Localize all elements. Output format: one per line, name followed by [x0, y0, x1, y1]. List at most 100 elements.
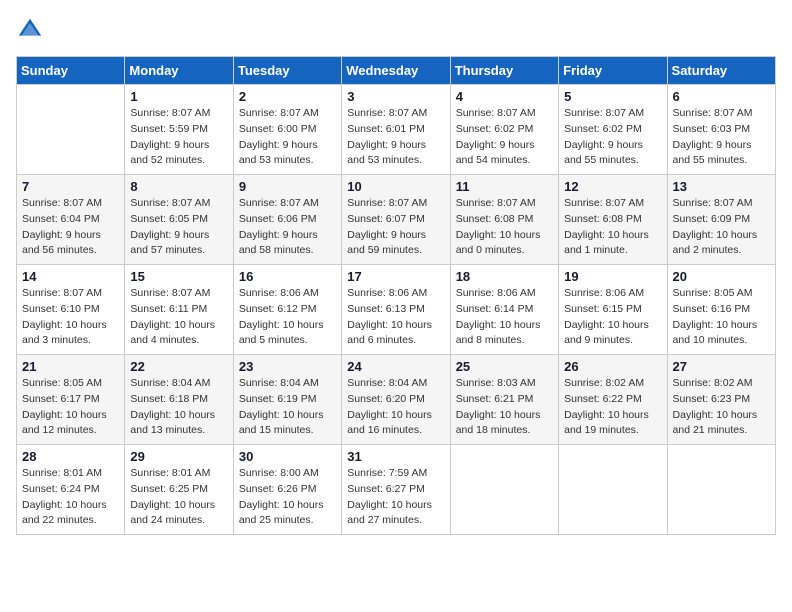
calendar-cell: 17 Sunrise: 8:06 AMSunset: 6:13 PMDayligh…: [342, 265, 450, 355]
day-info: Sunrise: 8:07 AMSunset: 6:00 PMDaylight:…: [239, 106, 336, 169]
day-number: 10: [347, 179, 444, 194]
calendar-week-4: 21Sunrise: 8:05 AMSunset: 6:17 PMDayligh…: [17, 355, 776, 445]
calendar-cell: 27 Sunrise: 8:02 AMSunset: 6:23 PMDayligh…: [667, 355, 775, 445]
day-info: Sunrise: 8:07 AMSunset: 6:08 PMDaylight:…: [564, 196, 661, 259]
calendar-cell: 31 Sunrise: 7:59 AMSunset: 6:27 PMDayligh…: [342, 445, 450, 535]
calendar-week-2: 7Sunrise: 8:07 AMSunset: 6:04 PMDaylight…: [17, 175, 776, 265]
calendar-week-1: 1 Sunrise: 8:07 AMSunset: 5:59 PMDaylight…: [17, 85, 776, 175]
day-info: Sunrise: 8:07 AMSunset: 6:03 PMDaylight:…: [673, 106, 770, 169]
day-number: 19: [564, 269, 661, 284]
day-info: Sunrise: 8:04 AMSunset: 6:19 PMDaylight:…: [239, 376, 336, 439]
calendar-cell: 28 Sunrise: 8:01 AMSunset: 6:24 PMDayligh…: [17, 445, 125, 535]
day-info: Sunrise: 8:05 AMSunset: 6:17 PMDaylight:…: [22, 376, 119, 439]
day-number: 17: [347, 269, 444, 284]
calendar-cell: 11 Sunrise: 8:07 AMSunset: 6:08 PMDayligh…: [450, 175, 558, 265]
column-header-wednesday: Wednesday: [342, 57, 450, 85]
day-info: Sunrise: 8:06 AMSunset: 6:15 PMDaylight:…: [564, 286, 661, 349]
calendar-cell: 24 Sunrise: 8:04 AMSunset: 6:20 PMDayligh…: [342, 355, 450, 445]
day-info: Sunrise: 8:04 AMSunset: 6:20 PMDaylight:…: [347, 376, 444, 439]
day-number: 12: [564, 179, 661, 194]
day-number: 16: [239, 269, 336, 284]
calendar-cell: 10 Sunrise: 8:07 AMSunset: 6:07 PMDayligh…: [342, 175, 450, 265]
day-number: 9: [239, 179, 336, 194]
column-header-friday: Friday: [559, 57, 667, 85]
calendar-cell: 29 Sunrise: 8:01 AMSunset: 6:25 PMDayligh…: [125, 445, 233, 535]
calendar-week-5: 28 Sunrise: 8:01 AMSunset: 6:24 PMDayligh…: [17, 445, 776, 535]
calendar-cell: 14 Sunrise: 8:07 AMSunset: 6:10 PMDayligh…: [17, 265, 125, 355]
day-info: Sunrise: 8:07 AMSunset: 6:04 PMDaylight:…: [22, 196, 119, 259]
day-number: 11: [456, 179, 553, 194]
day-number: 18: [456, 269, 553, 284]
day-number: 26: [564, 359, 661, 374]
day-info: Sunrise: 8:07 AMSunset: 6:06 PMDaylight:…: [239, 196, 336, 259]
calendar-cell: 16 Sunrise: 8:06 AMSunset: 6:12 PMDayligh…: [233, 265, 341, 355]
calendar-cell: 23 Sunrise: 8:04 AMSunset: 6:19 PMDayligh…: [233, 355, 341, 445]
page-header: [16, 16, 776, 44]
column-header-tuesday: Tuesday: [233, 57, 341, 85]
day-info: Sunrise: 8:07 AMSunset: 5:59 PMDaylight:…: [130, 106, 227, 169]
calendar-cell: 13 Sunrise: 8:07 AMSunset: 6:09 PMDayligh…: [667, 175, 775, 265]
day-number: 2: [239, 89, 336, 104]
day-info: Sunrise: 8:06 AMSunset: 6:13 PMDaylight:…: [347, 286, 444, 349]
calendar-cell: 15 Sunrise: 8:07 AMSunset: 6:11 PMDayligh…: [125, 265, 233, 355]
day-info: Sunrise: 8:07 AMSunset: 6:11 PMDaylight:…: [130, 286, 227, 349]
day-number: 25: [456, 359, 553, 374]
day-number: 28: [22, 449, 119, 464]
day-info: Sunrise: 8:02 AMSunset: 6:22 PMDaylight:…: [564, 376, 661, 439]
calendar-cell: 26 Sunrise: 8:02 AMSunset: 6:22 PMDayligh…: [559, 355, 667, 445]
calendar-cell: 30 Sunrise: 8:00 AMSunset: 6:26 PMDayligh…: [233, 445, 341, 535]
calendar-cell: 25 Sunrise: 8:03 AMSunset: 6:21 PMDayligh…: [450, 355, 558, 445]
day-info: Sunrise: 8:00 AMSunset: 6:26 PMDaylight:…: [239, 466, 336, 529]
day-number: 8: [130, 179, 227, 194]
day-number: 1: [130, 89, 227, 104]
day-number: 23: [239, 359, 336, 374]
day-number: 6: [673, 89, 770, 104]
day-number: 30: [239, 449, 336, 464]
calendar-cell: 5 Sunrise: 8:07 AMSunset: 6:02 PMDaylight…: [559, 85, 667, 175]
day-info: Sunrise: 8:07 AMSunset: 6:10 PMDaylight:…: [22, 286, 119, 349]
day-number: 24: [347, 359, 444, 374]
calendar-cell: 12 Sunrise: 8:07 AMSunset: 6:08 PMDayligh…: [559, 175, 667, 265]
logo-icon: [16, 16, 44, 44]
day-number: 14: [22, 269, 119, 284]
calendar-cell: 6 Sunrise: 8:07 AMSunset: 6:03 PMDaylight…: [667, 85, 775, 175]
day-info: Sunrise: 8:07 AMSunset: 6:01 PMDaylight:…: [347, 106, 444, 169]
logo: [16, 16, 48, 44]
day-info: Sunrise: 8:02 AMSunset: 6:23 PMDaylight:…: [673, 376, 770, 439]
column-header-saturday: Saturday: [667, 57, 775, 85]
calendar-cell: 3 Sunrise: 8:07 AMSunset: 6:01 PMDaylight…: [342, 85, 450, 175]
day-info: Sunrise: 7:59 AMSunset: 6:27 PMDaylight:…: [347, 466, 444, 529]
day-info: Sunrise: 8:01 AMSunset: 6:25 PMDaylight:…: [130, 466, 227, 529]
day-info: Sunrise: 8:06 AMSunset: 6:12 PMDaylight:…: [239, 286, 336, 349]
day-info: Sunrise: 8:07 AMSunset: 6:07 PMDaylight:…: [347, 196, 444, 259]
day-info: Sunrise: 8:07 AMSunset: 6:09 PMDaylight:…: [673, 196, 770, 259]
day-number: 3: [347, 89, 444, 104]
day-info: Sunrise: 8:04 AMSunset: 6:18 PMDaylight:…: [130, 376, 227, 439]
day-info: Sunrise: 8:03 AMSunset: 6:21 PMDaylight:…: [456, 376, 553, 439]
day-number: 31: [347, 449, 444, 464]
calendar-cell: [559, 445, 667, 535]
calendar-cell: 21Sunrise: 8:05 AMSunset: 6:17 PMDayligh…: [17, 355, 125, 445]
calendar-cell: 18Sunrise: 8:06 AMSunset: 6:14 PMDayligh…: [450, 265, 558, 355]
day-info: Sunrise: 8:07 AMSunset: 6:02 PMDaylight:…: [456, 106, 553, 169]
day-info: Sunrise: 8:07 AMSunset: 6:05 PMDaylight:…: [130, 196, 227, 259]
calendar-header-row: SundayMondayTuesdayWednesdayThursdayFrid…: [17, 57, 776, 85]
column-header-monday: Monday: [125, 57, 233, 85]
column-header-sunday: Sunday: [17, 57, 125, 85]
calendar-cell: 9 Sunrise: 8:07 AMSunset: 6:06 PMDaylight…: [233, 175, 341, 265]
day-number: 27: [673, 359, 770, 374]
day-info: Sunrise: 8:01 AMSunset: 6:24 PMDaylight:…: [22, 466, 119, 529]
calendar-cell: 2 Sunrise: 8:07 AMSunset: 6:00 PMDaylight…: [233, 85, 341, 175]
calendar-cell: 7Sunrise: 8:07 AMSunset: 6:04 PMDaylight…: [17, 175, 125, 265]
calendar-cell: 19 Sunrise: 8:06 AMSunset: 6:15 PMDayligh…: [559, 265, 667, 355]
day-number: 13: [673, 179, 770, 194]
day-number: 5: [564, 89, 661, 104]
calendar-table: SundayMondayTuesdayWednesdayThursdayFrid…: [16, 56, 776, 535]
calendar-cell: [17, 85, 125, 175]
day-number: 15: [130, 269, 227, 284]
day-info: Sunrise: 8:07 AMSunset: 6:08 PMDaylight:…: [456, 196, 553, 259]
day-number: 29: [130, 449, 227, 464]
day-info: Sunrise: 8:07 AMSunset: 6:02 PMDaylight:…: [564, 106, 661, 169]
calendar-cell: 20Sunrise: 8:05 AMSunset: 6:16 PMDayligh…: [667, 265, 775, 355]
calendar-week-3: 14 Sunrise: 8:07 AMSunset: 6:10 PMDayligh…: [17, 265, 776, 355]
